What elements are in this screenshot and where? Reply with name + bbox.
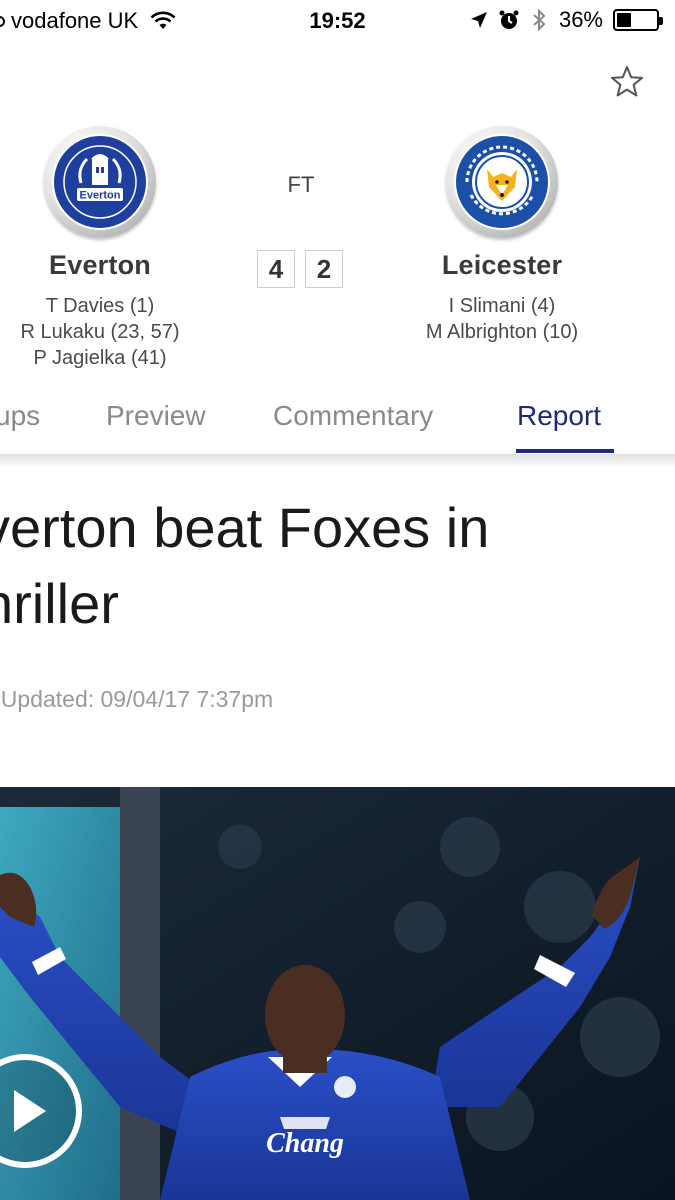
headline-line: hriller [0,572,119,635]
away-scorers: I Slimani (4) M Albrighton (10) [382,293,622,345]
home-team-name: Everton [49,250,151,280]
scorer-line: M Albrighton (10) [425,321,579,343]
leicester-crest [446,126,558,238]
tabs-divider [0,454,675,468]
home-team[interactable]: Everton Everton T Davies (1) R Lukaku (2… [0,126,220,371]
scorer-line: P Jagielka (41) [33,347,167,369]
last-updated: t Updated: 09/04/17 7:37pm [0,686,274,712]
tab-preview[interactable]: Preview [106,400,206,432]
away-team-name: Leicester [441,250,563,280]
battery-fill [617,13,631,27]
status-bar: vodafone UK 19:52 36% [0,0,675,40]
scorer-line: I Slimani (4) [448,295,556,317]
status-right: 36% [469,7,663,33]
article-headline: verton beat Foxes in hriller [0,490,675,642]
leicester-crest-icon [454,134,550,230]
tab-report[interactable]: Report [517,400,601,432]
location-arrow-icon [470,12,487,28]
home-scorers: T Davies (1) R Lukaku (23, 57) P Jagielk… [0,293,220,371]
bluetooth-icon [533,9,546,31]
battery-percent: 36% [558,7,603,32]
headline-line: verton beat Foxes in [0,496,490,559]
tab-lineups[interactable]: ups [0,400,40,432]
away-team[interactable]: Leicester I Slimani (4) M Albrighton (10… [382,126,622,345]
away-score: 2 [305,250,343,288]
match-tabs: ups Preview Commentary Report [0,396,675,456]
play-icon[interactable] [0,1052,84,1170]
shirt-sponsor: Chang [266,1128,344,1159]
alarm-icon [499,10,519,29]
active-tab-indicator [516,449,614,453]
hero-image[interactable]: Chang [0,787,675,1200]
tab-commentary[interactable]: Commentary [273,400,433,432]
scorer-line: T Davies (1) [45,295,155,317]
scorer-line: R Lukaku (23, 57) [20,321,180,343]
favourite-star-icon[interactable] [609,64,645,100]
battery-icon [613,9,663,31]
home-score: 4 [257,250,295,288]
battery-nub [659,17,663,25]
